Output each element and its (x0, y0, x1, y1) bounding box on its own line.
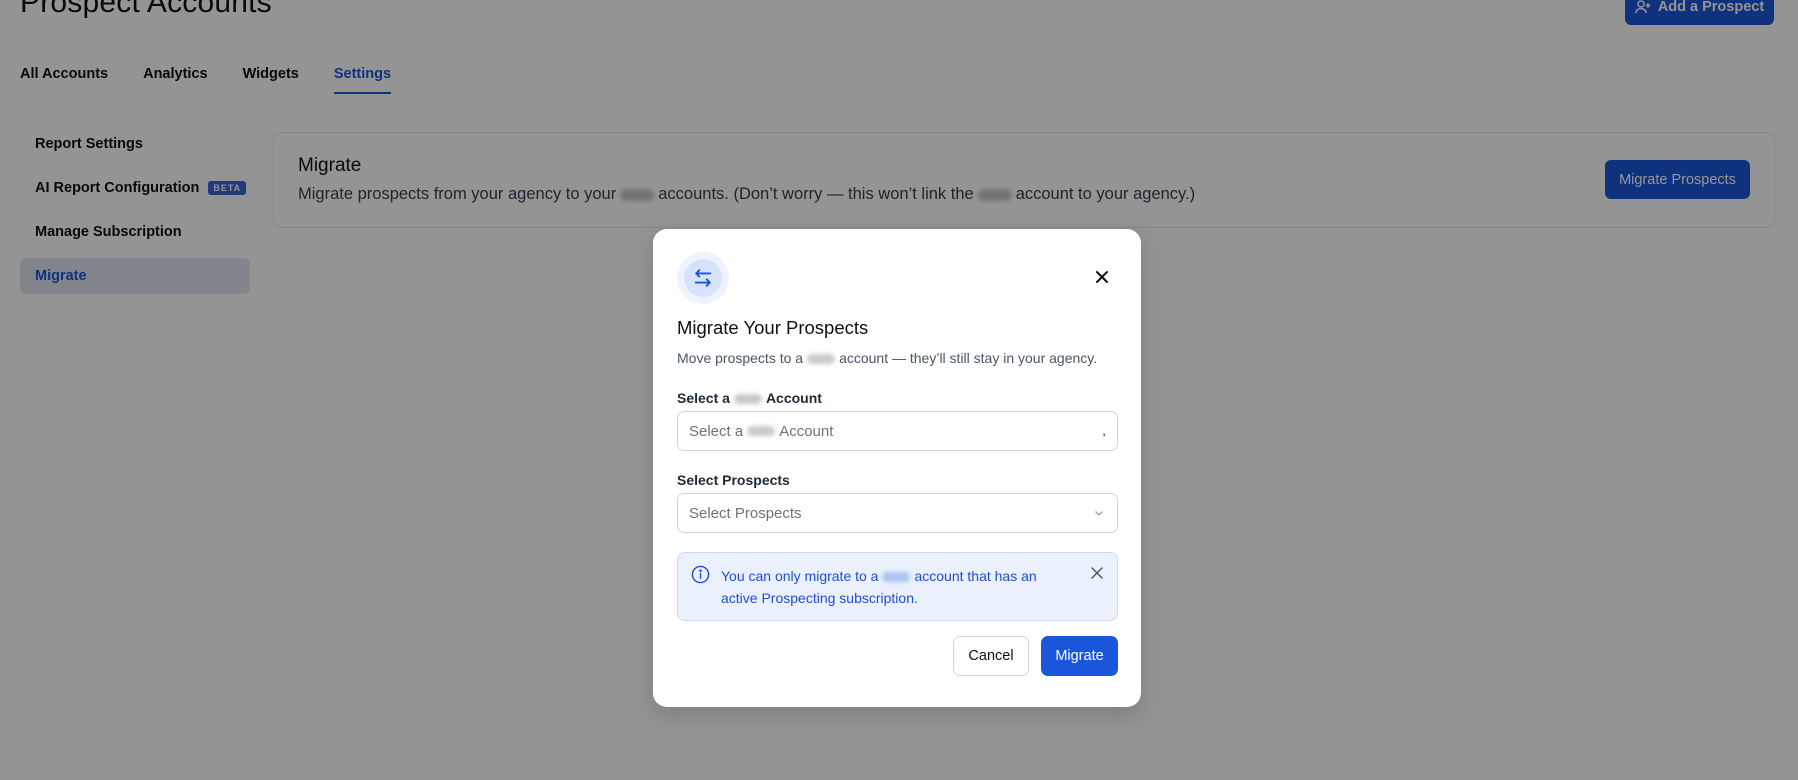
modal-title: Migrate Your Prospects (677, 317, 869, 338)
redacted-text (733, 394, 762, 405)
swap-arrows-icon (694, 269, 712, 287)
migrate-modal: Migrate Your Prospects Move prospects to… (653, 229, 1141, 707)
modal-subtitle: Move prospects to a account — they’ll sti… (677, 350, 1098, 366)
redacted-text (747, 426, 776, 436)
dismiss-alert-icon[interactable] (1089, 565, 1105, 581)
account-field-label: Select a Account (677, 390, 822, 406)
migrate-button[interactable]: Migrate (1041, 636, 1118, 676)
redacted-text (882, 572, 911, 583)
modal-icon (677, 252, 729, 304)
alert-text: You can only migrate to a account that ha… (721, 568, 1037, 606)
cancel-button[interactable]: Cancel (953, 636, 1029, 676)
info-icon (691, 565, 710, 584)
prospects-select[interactable]: Select Prospects (677, 493, 1118, 533)
close-modal-button[interactable] (1091, 266, 1113, 288)
redacted-text (807, 354, 836, 365)
account-select[interactable]: Select a Account , (677, 411, 1118, 451)
chevron-down-icon (1095, 511, 1103, 516)
info-alert: You can only migrate to a account that ha… (677, 552, 1118, 621)
prospects-field-label: Select Prospects (677, 472, 790, 488)
select-caret-icon: , (1102, 422, 1106, 438)
close-icon (1096, 271, 1108, 283)
